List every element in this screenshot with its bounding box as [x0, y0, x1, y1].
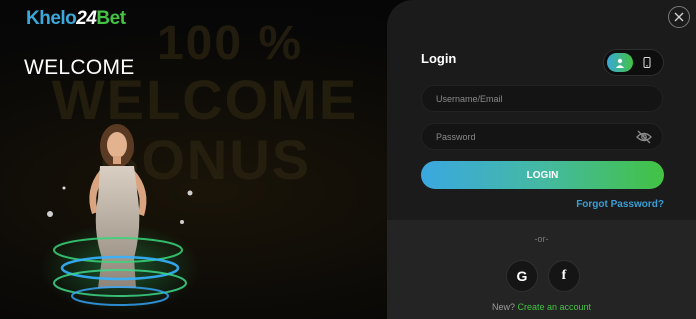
signup-prefix: New? [491, 302, 515, 312]
login-panel: Login LOGIN Forgot Password? -or- G f [387, 0, 696, 319]
forgot-password-link[interactable]: Forgot Password? [576, 199, 664, 210]
login-page: 100 % WELCOME BONUS Khelo24Bet WELCOME L… [0, 0, 696, 319]
user-icon[interactable] [607, 53, 633, 72]
create-account-link[interactable]: Create an account [517, 302, 591, 312]
username-field[interactable] [421, 85, 663, 112]
password-input[interactable] [422, 124, 662, 149]
logo-text-bet: Bet [96, 8, 126, 29]
welcome-heading: WELCOME [24, 56, 135, 79]
eye-slash-icon[interactable] [636, 130, 652, 144]
or-divider: -or- [534, 234, 549, 244]
promo-model-illustration [40, 124, 200, 313]
password-field[interactable] [421, 123, 663, 150]
logo-text-khelo: Khelo [26, 8, 77, 29]
login-title: Login [421, 51, 457, 66]
signup-prompt: New? Create an account [387, 302, 696, 312]
brand-logo[interactable]: Khelo24Bet [26, 8, 126, 30]
username-input[interactable] [422, 86, 662, 111]
login-mode-toggle[interactable] [603, 49, 664, 76]
login-button[interactable]: LOGIN [421, 161, 664, 189]
facebook-login-button[interactable]: f [548, 260, 580, 292]
phone-icon[interactable] [634, 53, 660, 72]
google-login-button[interactable]: G [506, 260, 538, 292]
close-icon[interactable] [668, 6, 690, 28]
logo-text-24: 24 [76, 8, 97, 29]
